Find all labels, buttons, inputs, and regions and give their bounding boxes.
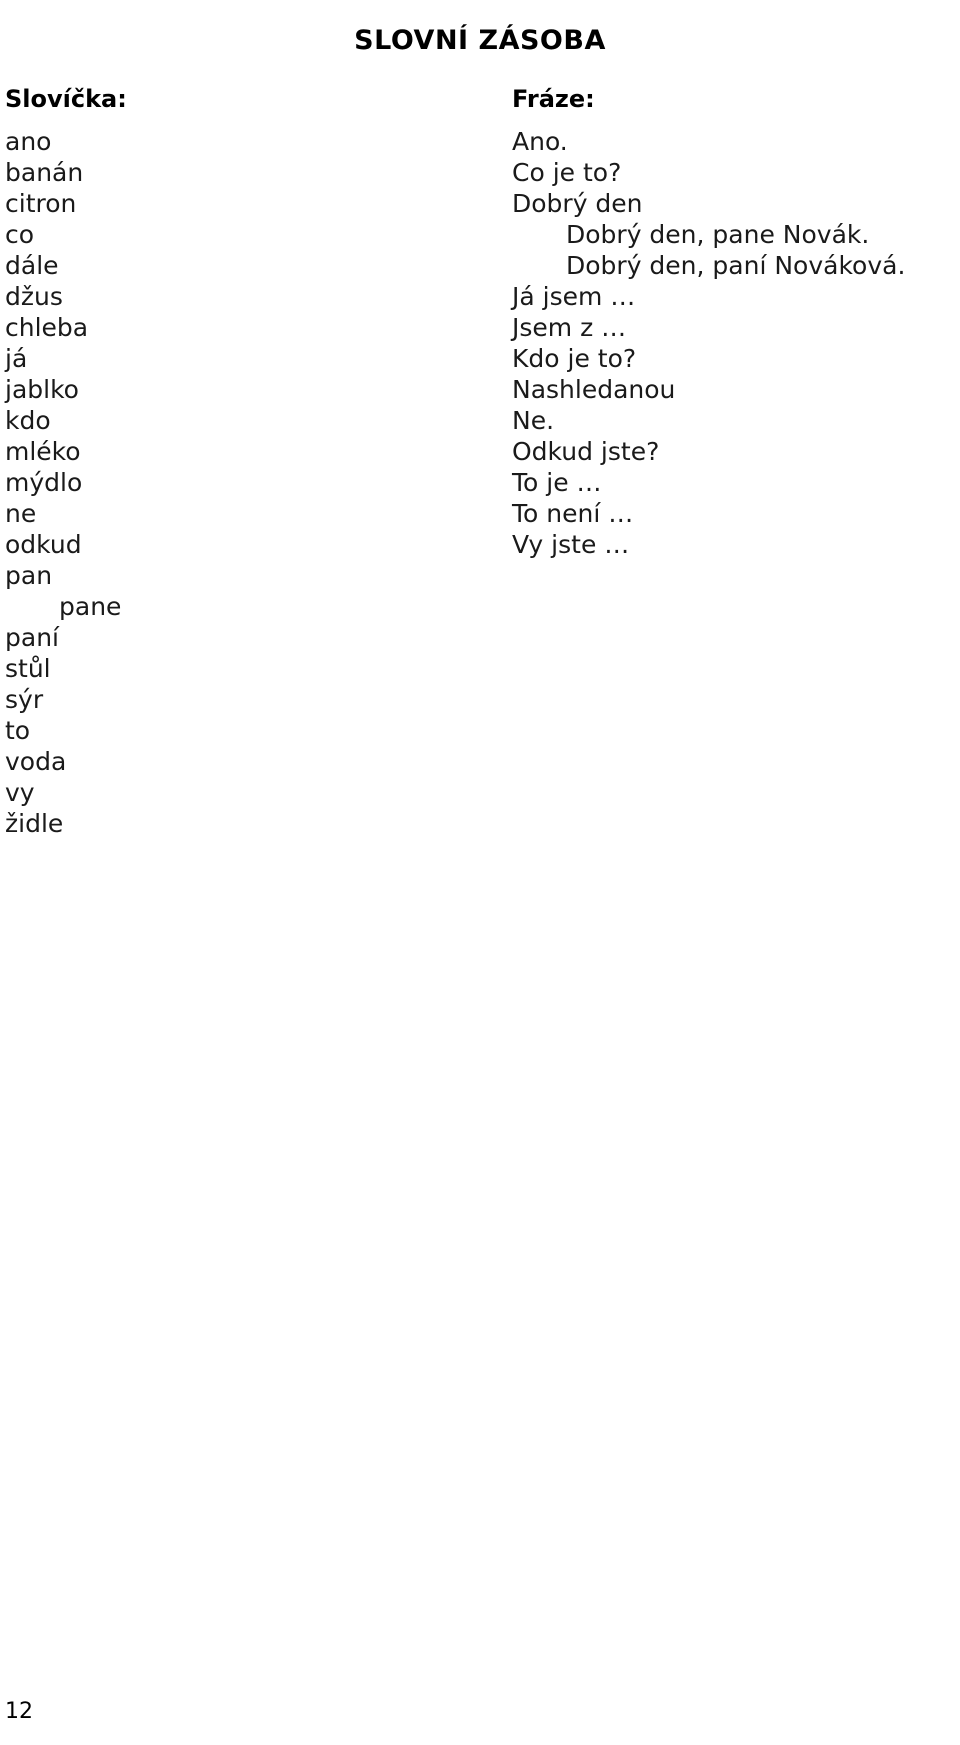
vocabulary-entry: sýr (5, 685, 44, 714)
vocabulary-heading: Slovíčka: (5, 85, 127, 113)
phrases-column: Fráze: Ano. Co je to? Dobrý den Dobrý den, … (512, 84, 952, 560)
vocabulary-entry: paní (5, 623, 59, 652)
vocabulary-entry: pan (5, 561, 53, 590)
vocabulary-entry: jablko (5, 375, 79, 404)
phrases-list: Ano. Co je to? Dobrý den Dobrý den, pane No… (512, 126, 952, 560)
vocabulary-entry: banán (5, 158, 84, 187)
phrases-entry: Nashledanou (512, 375, 676, 404)
phrases-entry: Já jsem … (512, 282, 636, 311)
phrases-entry: Ne. (512, 406, 555, 435)
vocabulary-entry: voda (5, 747, 67, 776)
phrases-heading: Fráze: (512, 85, 595, 113)
phrases-entry: Dobrý den, pane Novák. (566, 220, 870, 249)
phrases-entry: Co je to? (512, 158, 622, 187)
vocabulary-entry: citron (5, 189, 77, 218)
vocabulary-entry: ano (5, 127, 52, 156)
vocabulary-list: ano banán citron co dále džus chleba já jablko kd… (5, 126, 475, 839)
vocabulary-entry: mýdlo (5, 468, 83, 497)
vocabulary-entry: co (5, 220, 35, 249)
vocabulary-entry: dále (5, 251, 59, 280)
phrases-entry: To je … (512, 468, 602, 497)
vocabulary-entry: džus (5, 282, 63, 311)
phrases-entry: Jsem z … (512, 313, 627, 342)
vocabulary-entry: kdo (5, 406, 51, 435)
vocabulary-entry: to (5, 716, 31, 745)
vocabulary-entry: mléko (5, 437, 81, 466)
page-number: 12 (5, 1699, 33, 1724)
phrases-entry: Dobrý den (512, 189, 643, 218)
phrases-entry: Dobrý den, paní Nováková. (566, 251, 906, 280)
vocabulary-entry: vy (5, 778, 35, 807)
vocabulary-column: Slovíčka: ano banán citron co dále džus chleba… (5, 84, 475, 839)
vocabulary-entry: chleba (5, 313, 89, 342)
vocabulary-entry: stůl (5, 654, 51, 683)
document-page: SLOVNÍ ZÁSOBA Slovíčka: ano banán citron co… (0, 0, 960, 1745)
phrases-entry: Odkud jste? (512, 437, 660, 466)
phrases-entry: To není … (512, 499, 634, 528)
vocabulary-entry: židle (5, 809, 64, 838)
phrases-entry: Kdo je to? (512, 344, 637, 373)
vocabulary-entry: pane (59, 592, 122, 621)
page-title: SLOVNÍ ZÁSOBA (354, 25, 606, 57)
phrases-entry: Ano. (512, 127, 568, 156)
vocabulary-entry: ne (5, 499, 37, 528)
vocabulary-entry: já (5, 344, 28, 373)
vocabulary-entry: odkud (5, 530, 82, 559)
phrases-entry: Vy jste … (512, 530, 630, 559)
